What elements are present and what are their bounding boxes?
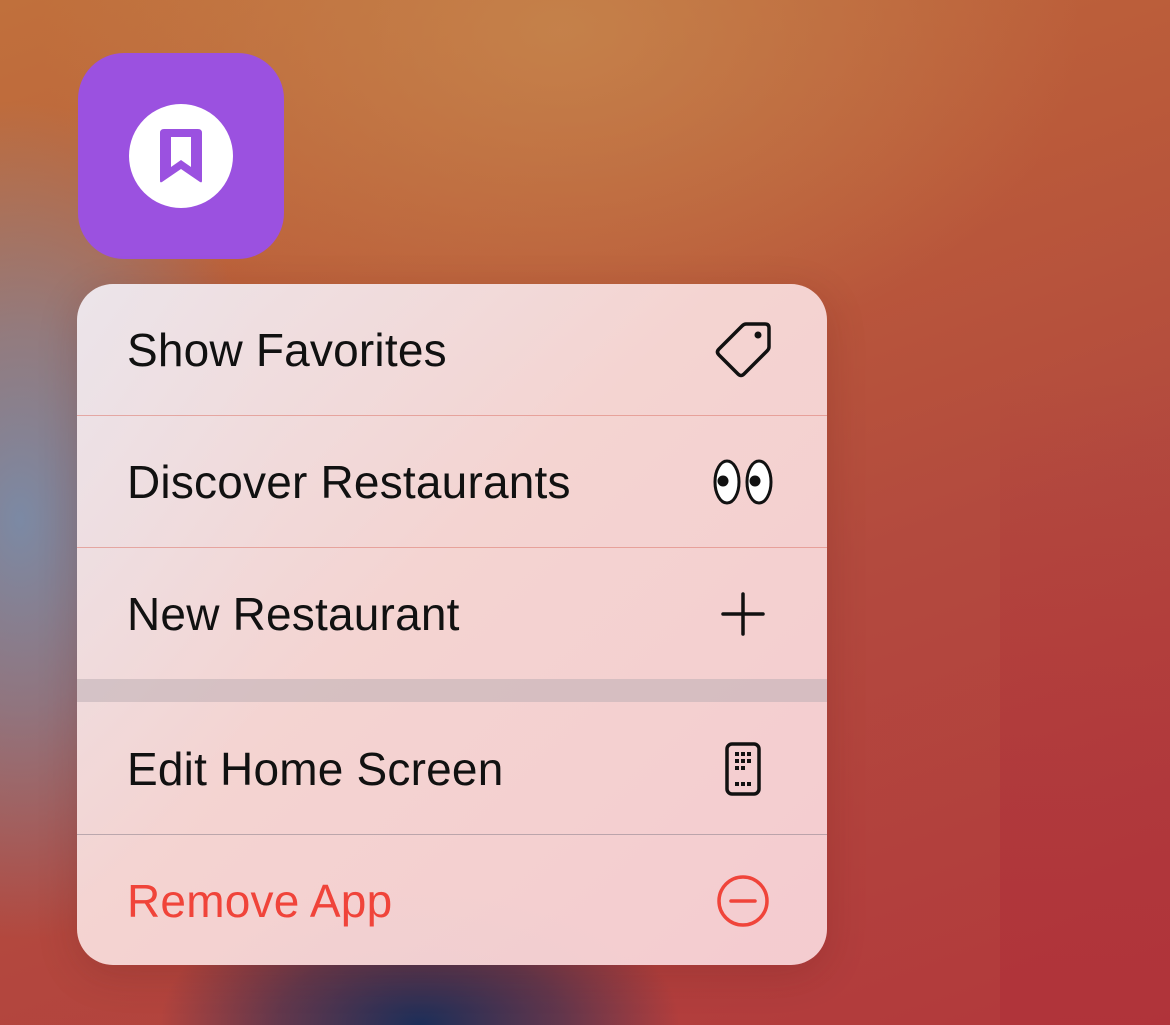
menu-group-separator xyxy=(77,679,827,702)
menu-item-label: Remove App xyxy=(127,874,393,927)
quick-actions-menu: Show Favorites Discover Restaurants New … xyxy=(77,284,827,965)
menu-item-show-favorites[interactable]: Show Favorites xyxy=(77,284,827,415)
menu-item-label: New Restaurant xyxy=(127,587,460,640)
phone-apps-icon xyxy=(711,737,775,801)
menu-item-discover-restaurants[interactable]: Discover Restaurants xyxy=(77,416,827,547)
menu-item-edit-home-screen[interactable]: Edit Home Screen xyxy=(77,703,827,834)
plus-icon xyxy=(711,582,775,646)
eyes-icon xyxy=(711,450,775,514)
tag-icon xyxy=(711,318,775,382)
menu-item-label: Edit Home Screen xyxy=(127,742,504,795)
menu-item-label: Discover Restaurants xyxy=(127,455,571,508)
app-icon[interactable] xyxy=(78,53,284,259)
app-icon-badge xyxy=(129,104,233,208)
bookmark-icon xyxy=(160,129,202,183)
menu-item-label: Show Favorites xyxy=(127,323,447,376)
menu-item-new-restaurant[interactable]: New Restaurant xyxy=(77,548,827,679)
wallpaper-shade xyxy=(1000,380,1170,1025)
menu-item-remove-app[interactable]: Remove App xyxy=(77,835,827,965)
minus-circle-icon xyxy=(711,869,775,933)
